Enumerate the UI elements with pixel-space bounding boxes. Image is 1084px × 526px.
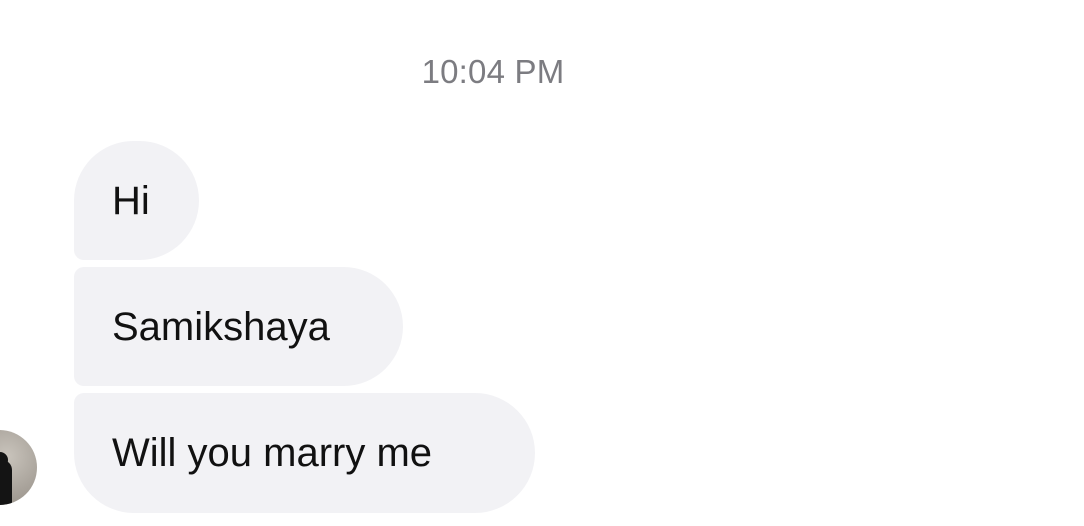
message-text: Samikshaya	[112, 304, 330, 349]
message-bubble[interactable]: Will you marry me	[74, 393, 535, 513]
message-text: Hi	[112, 178, 150, 223]
chat-thread: 10:04 PM Hi Samikshaya Will you marry me	[0, 0, 1084, 526]
message-text: Will you marry me	[112, 431, 433, 475]
avatar-silhouette-shape	[0, 460, 12, 505]
message-bubble[interactable]: Samikshaya	[74, 267, 403, 386]
avatar[interactable]	[0, 430, 37, 505]
message-bubble[interactable]: Hi	[74, 141, 199, 260]
message-timestamp: 10:04 PM	[421, 53, 565, 90]
